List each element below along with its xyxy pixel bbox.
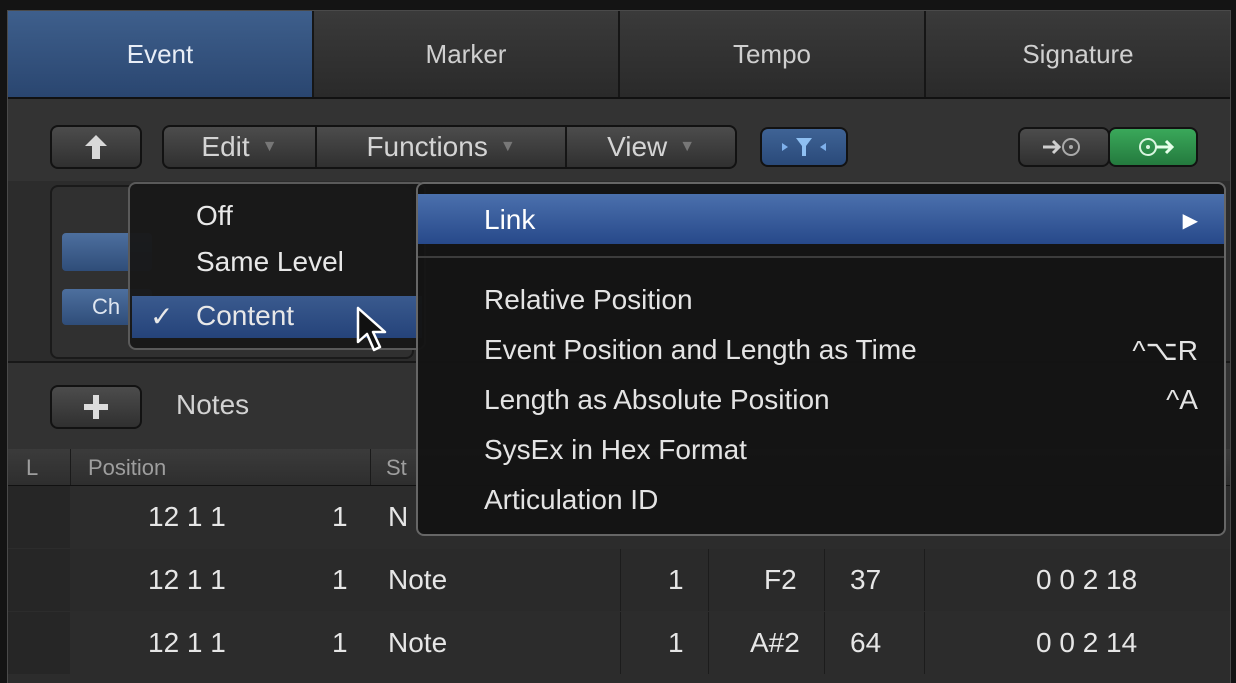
up-button[interactable] <box>50 125 142 169</box>
menu-item-off[interactable]: Off <box>196 200 233 232</box>
l-cell <box>8 549 70 611</box>
column-divider <box>924 612 925 674</box>
tab-event[interactable]: Event <box>8 11 314 97</box>
tab-signature[interactable]: Signature <box>926 11 1230 97</box>
midi-in-icon <box>1043 138 1080 156</box>
dropdown-triangle-icon: ▼ <box>499 138 516 155</box>
menu-item-length-absolute[interactable]: Length as Absolute Position <box>484 384 830 416</box>
menu-item-articulation-id[interactable]: Articulation ID <box>484 484 658 516</box>
column-divider <box>824 612 825 674</box>
toolbar: Edit ▼ Functions ▼ View ▼ <box>8 99 1230 181</box>
position-cell: 12 1 1 <box>148 501 226 532</box>
column-divider <box>708 549 709 611</box>
notes-label: Notes <box>176 389 250 420</box>
pitch-cell: A#2 <box>750 627 800 658</box>
l-cell <box>8 612 70 674</box>
column-divider <box>708 612 709 674</box>
tick-cell: 1 <box>332 627 348 658</box>
column-divider <box>824 549 825 611</box>
menu-button-group: Edit ▼ Functions ▼ View ▼ <box>162 125 737 169</box>
dropdown-triangle-icon: ▼ <box>261 138 278 155</box>
edit-menu-button[interactable]: Edit ▼ <box>164 127 317 167</box>
panel-button-label: Ch <box>92 294 121 319</box>
up-arrow-icon <box>85 135 107 159</box>
midi-out-on-button[interactable] <box>1108 127 1198 167</box>
link-label: Link <box>484 204 536 235</box>
midi-out-icon <box>1139 138 1175 156</box>
menu-item-sysex-hex[interactable]: SysEx in Hex Format <box>484 434 747 466</box>
length-cell: 0 0 2 18 <box>1036 564 1138 595</box>
column-divider <box>70 449 71 485</box>
view-menu: Link ▶ Relative Position Event Position … <box>416 182 1226 536</box>
channel-cell: 1 <box>668 564 684 595</box>
add-button[interactable] <box>50 385 142 429</box>
tab-tempo[interactable]: Tempo <box>620 11 926 97</box>
col-position[interactable]: Position <box>88 455 166 481</box>
checkmark-icon: ✓ <box>150 301 174 332</box>
pitch-cell: F2 <box>764 564 797 595</box>
column-divider <box>620 549 621 611</box>
position-cell: 12 1 1 <box>148 627 226 658</box>
view-menu-button[interactable]: View ▼ <box>567 127 735 167</box>
functions-menu-button[interactable]: Functions ▼ <box>317 127 568 167</box>
functions-label: Functions <box>366 131 488 162</box>
status-cell: Note <box>388 564 448 595</box>
col-l[interactable]: L <box>26 455 38 481</box>
velocity-cell: 64 <box>850 627 882 658</box>
l-cell <box>8 486 70 548</box>
column-divider <box>924 549 925 611</box>
menu-item-content[interactable]: Content <box>196 300 294 332</box>
shortcut-label: ^⌥R <box>1132 335 1198 366</box>
length-cell: 0 0 2 14 <box>1036 627 1138 658</box>
menu-separator <box>418 256 1224 258</box>
menu-item-relative-position[interactable]: Relative Position <box>484 284 693 316</box>
filter-icon <box>782 138 826 156</box>
dropdown-triangle-icon: ▼ <box>679 138 696 155</box>
filter-button[interactable] <box>760 127 848 167</box>
tick-cell: 1 <box>332 501 348 532</box>
velocity-cell: 37 <box>850 564 882 595</box>
position-cell: 12 1 1 <box>148 564 226 595</box>
table-row[interactable]: 12 1 1 1 Note 1 A#2 64 0 0 2 14 <box>8 612 1230 674</box>
mouse-cursor-icon <box>356 306 387 352</box>
status-cell: N <box>388 501 409 532</box>
menu-item-same-level[interactable]: Same Level <box>196 246 344 278</box>
tab-bar: Event Marker Tempo Signature <box>8 11 1230 99</box>
submenu-arrow-icon: ▶ <box>1182 210 1198 232</box>
edit-label: Edit <box>201 131 250 162</box>
col-status[interactable]: St <box>386 455 407 481</box>
shortcut-label: ^A <box>1166 384 1198 415</box>
column-divider <box>620 612 621 674</box>
midi-in-off-button[interactable] <box>1018 127 1110 167</box>
status-cell: Note <box>388 627 448 658</box>
tick-cell: 1 <box>332 564 348 595</box>
tab-marker[interactable]: Marker <box>314 11 620 97</box>
column-divider <box>370 449 371 485</box>
view-label: View <box>607 131 668 162</box>
menu-item-link[interactable]: Link ▶ <box>418 194 1224 244</box>
menu-item-event-position-time[interactable]: Event Position and Length as Time <box>484 334 917 366</box>
plus-icon <box>84 395 108 419</box>
channel-cell: 1 <box>668 627 684 658</box>
table-row[interactable]: 12 1 1 1 Note 1 F2 37 0 0 2 18 <box>8 549 1230 611</box>
